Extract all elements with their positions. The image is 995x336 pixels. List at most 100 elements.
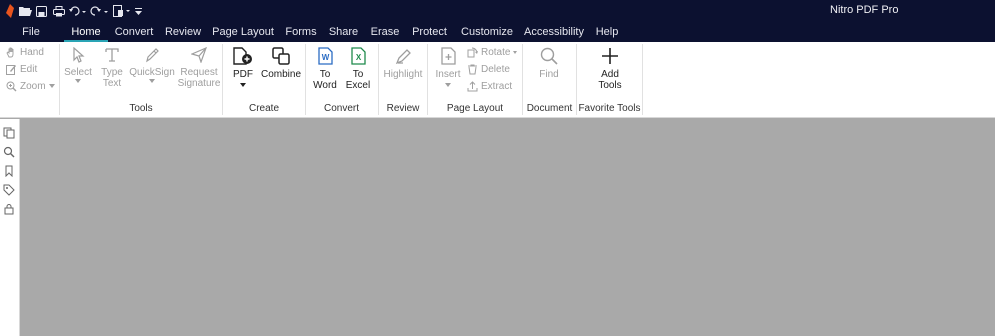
extract-icon xyxy=(467,80,478,91)
create-group-label: Create xyxy=(248,103,279,114)
to-word-button[interactable]: W To Word xyxy=(309,47,341,91)
request-signature-button[interactable]: Request Signature xyxy=(177,47,221,89)
select-label: Select xyxy=(64,67,92,78)
svg-text:X: X xyxy=(355,53,361,62)
hand-tool-button[interactable]: Hand xyxy=(6,44,44,60)
request-signature-label-2: Signature xyxy=(177,78,221,89)
find-label: Find xyxy=(539,69,559,80)
tab-customize[interactable]: Customize xyxy=(459,22,515,42)
page-layout-group-label: Page Layout xyxy=(446,103,504,114)
excel-file-icon: X xyxy=(350,47,366,65)
lock-icon[interactable] xyxy=(3,203,15,215)
app-title: Nitro PDF Pro xyxy=(830,4,899,16)
zoom-tool-button[interactable]: Zoom xyxy=(6,78,55,94)
quicksign-label: QuickSign xyxy=(129,67,175,78)
to-excel-button[interactable]: X To Excel xyxy=(342,47,374,91)
save-icon[interactable] xyxy=(33,0,50,22)
rotate-button[interactable]: Rotate xyxy=(467,44,518,60)
type-text-label-2: Text xyxy=(102,78,122,89)
delete-label: Delete xyxy=(481,63,510,75)
ribbon: Hand Edit Zoom Select Type Text QuickSig… xyxy=(0,42,995,118)
group-separator xyxy=(642,44,643,115)
convert-group-label: Convert xyxy=(323,103,359,114)
open-folder-icon[interactable] xyxy=(17,0,33,22)
type-text-button[interactable]: Type Text xyxy=(97,47,127,89)
combine-button[interactable]: Combine xyxy=(259,47,303,80)
select-button[interactable]: Select xyxy=(62,47,94,83)
insert-dropdown-caret[interactable] xyxy=(445,83,451,87)
tools-group-label: Tools xyxy=(129,103,153,114)
quicksign-dropdown-caret[interactable] xyxy=(149,79,155,83)
delete-button[interactable]: Delete xyxy=(467,61,510,77)
type-text-icon xyxy=(105,48,119,62)
zoom-label: Zoom xyxy=(20,80,46,92)
print-icon[interactable] xyxy=(50,0,67,22)
quick-access-toolbar xyxy=(0,0,143,22)
request-signature-label-1: Request xyxy=(180,67,218,78)
tab-file[interactable]: File xyxy=(17,22,45,42)
trash-icon xyxy=(468,64,477,74)
create-pdf-icon xyxy=(233,47,252,65)
rotate-dropdown-caret[interactable] xyxy=(513,50,518,54)
to-excel-label-2: Excel xyxy=(345,80,371,91)
redo-icon[interactable] xyxy=(87,0,111,22)
svg-text:W: W xyxy=(321,53,329,62)
zoom-dropdown-caret[interactable] xyxy=(48,84,55,88)
create-pdf-button[interactable]: PDF xyxy=(227,47,259,87)
create-pdf-label: PDF xyxy=(233,69,253,80)
tab-protect[interactable]: Protect xyxy=(409,22,450,42)
add-tools-label-1: Add xyxy=(601,69,619,80)
send-signature-icon xyxy=(191,47,207,63)
title-bar: Nitro PDF Pro xyxy=(0,0,995,22)
to-excel-label-1: To xyxy=(352,69,364,80)
word-file-icon: W xyxy=(317,47,333,65)
quicksign-button[interactable]: QuickSign xyxy=(129,47,175,83)
search-icon[interactable] xyxy=(3,146,15,158)
document-canvas[interactable] xyxy=(21,119,995,336)
insert-button[interactable]: Insert xyxy=(432,47,464,87)
combine-label: Combine xyxy=(260,69,302,80)
insert-page-icon xyxy=(440,47,456,65)
nitro-logo-icon[interactable] xyxy=(3,0,17,22)
type-text-label-1: Type xyxy=(101,67,123,78)
select-arrow-icon xyxy=(73,47,85,63)
tab-accessibility[interactable]: Accessibility xyxy=(523,22,585,42)
bookmark-icon[interactable] xyxy=(3,165,15,177)
to-word-label-2: Word xyxy=(313,80,337,91)
tab-erase[interactable]: Erase xyxy=(369,22,401,42)
highlight-label: Highlight xyxy=(383,69,423,80)
customize-toolbar-icon[interactable] xyxy=(133,0,143,22)
tab-convert[interactable]: Convert xyxy=(112,22,156,42)
tab-share[interactable]: Share xyxy=(327,22,360,42)
add-tools-button[interactable]: Add Tools xyxy=(590,47,630,91)
quicksign-pen-icon xyxy=(146,48,159,63)
tab-help[interactable]: Help xyxy=(593,22,621,42)
find-search-icon xyxy=(540,47,558,65)
new-document-icon[interactable] xyxy=(111,0,133,22)
edit-label: Edit xyxy=(20,63,38,75)
undo-icon[interactable] xyxy=(67,0,87,22)
tab-home[interactable]: Home xyxy=(64,22,108,42)
highlight-button[interactable]: Highlight xyxy=(380,47,426,80)
create-pdf-dropdown-caret[interactable] xyxy=(240,83,246,87)
to-word-label-1: To xyxy=(319,69,331,80)
find-button[interactable]: Find xyxy=(529,47,569,80)
tab-page-layout[interactable]: Page Layout xyxy=(212,22,274,42)
edit-tool-button[interactable]: Edit xyxy=(6,61,37,77)
select-dropdown-caret[interactable] xyxy=(75,79,81,83)
rotate-label: Rotate xyxy=(481,46,511,58)
hand-label: Hand xyxy=(20,46,44,58)
tag-icon[interactable] xyxy=(3,184,15,196)
favorite-tools-group-label: Favorite Tools xyxy=(578,103,641,114)
review-group-label: Review xyxy=(386,103,420,114)
extract-label: Extract xyxy=(481,80,513,92)
tab-review[interactable]: Review xyxy=(163,22,203,42)
add-tools-label-2: Tools xyxy=(598,80,622,91)
plus-icon xyxy=(602,48,618,64)
extract-button[interactable]: Extract xyxy=(467,78,512,94)
ribbon-tabs: File Home Convert Review Page Layout For… xyxy=(0,22,995,42)
highlighter-icon xyxy=(395,49,411,65)
pages-icon[interactable] xyxy=(3,127,15,139)
tab-forms[interactable]: Forms xyxy=(283,22,319,42)
left-panel-rail xyxy=(0,119,20,336)
